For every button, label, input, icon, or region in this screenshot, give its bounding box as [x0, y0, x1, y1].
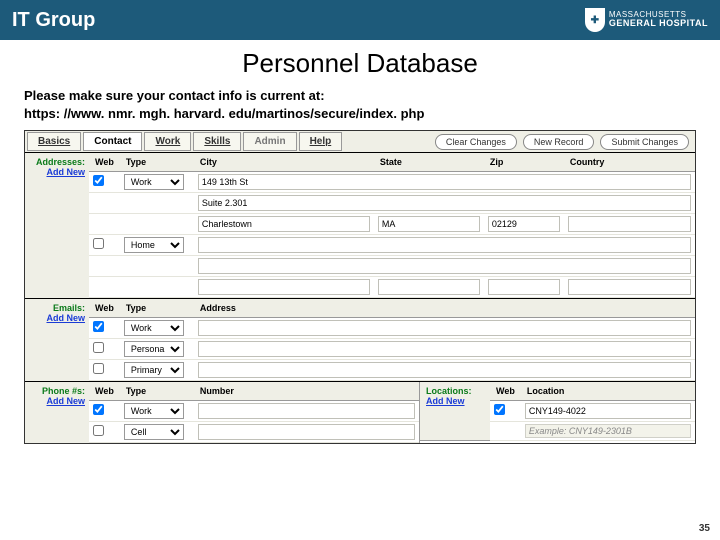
addr1-web-checkbox[interactable]	[93, 238, 104, 249]
brand-label: IT Group	[12, 9, 95, 32]
addr0-state-field[interactable]	[378, 216, 480, 232]
email-col-type: Type	[120, 299, 194, 318]
submit-changes-button[interactable]: Submit Changes	[600, 134, 689, 150]
loc-col-location: Location	[521, 382, 695, 401]
email2-address-field[interactable]	[198, 362, 691, 378]
addr-col-type: Type	[120, 153, 194, 172]
addr1-state-field[interactable]	[378, 279, 480, 295]
addr-col-state: State	[374, 153, 484, 172]
phone-col-web: Web	[89, 382, 120, 401]
emails-label: Emails:	[29, 303, 85, 313]
addresses-add-new[interactable]: Add New	[29, 167, 85, 177]
email0-web-checkbox[interactable]	[93, 321, 104, 332]
email1-web-checkbox[interactable]	[93, 342, 104, 353]
addr0-country-field[interactable]	[568, 216, 691, 232]
new-record-button[interactable]: New Record	[523, 134, 595, 150]
address-row	[89, 214, 695, 235]
phone-row: Work	[89, 401, 419, 422]
address-row	[89, 193, 695, 214]
email-col-address: Address	[194, 299, 695, 318]
email2-web-checkbox[interactable]	[93, 363, 104, 374]
addr1-street1-field[interactable]	[198, 237, 691, 253]
addr1-city-field[interactable]	[198, 279, 370, 295]
email-row: Work	[89, 318, 695, 339]
tab-admin[interactable]: Admin	[243, 132, 296, 151]
addr0-street2-field[interactable]	[198, 195, 691, 211]
phone0-type-select[interactable]: Work	[124, 403, 184, 419]
clear-changes-button[interactable]: Clear Changes	[435, 134, 517, 150]
database-panel: Basics Contact Work Skills Admin Help Cl…	[24, 130, 696, 444]
loc0-location-field[interactable]	[525, 403, 691, 419]
location-example-text: Example: CNY149-2301B	[525, 424, 691, 438]
loc-col-web: Web	[490, 382, 521, 401]
addr-col-zip: Zip	[484, 153, 564, 172]
phone0-web-checkbox[interactable]	[93, 404, 104, 415]
phone-row: Cell	[89, 422, 419, 443]
email1-type-select[interactable]: Personal	[124, 341, 184, 357]
email-row: Personal	[89, 339, 695, 360]
addr-col-web: Web	[89, 153, 120, 172]
addr0-zip-field[interactable]	[488, 216, 560, 232]
addr0-type-select[interactable]: Work	[124, 174, 184, 190]
tab-help[interactable]: Help	[299, 132, 343, 151]
tab-skills[interactable]: Skills	[193, 132, 241, 151]
tab-basics[interactable]: Basics	[27, 132, 81, 151]
address-row	[89, 277, 695, 298]
email0-address-field[interactable]	[198, 320, 691, 336]
instruction-text: Please make sure your contact info is cu…	[24, 87, 696, 122]
addr0-city-field[interactable]	[198, 216, 370, 232]
addr1-country-field[interactable]	[568, 279, 691, 295]
locations-add-new[interactable]: Add New	[426, 396, 484, 406]
header-bar: IT Group ✚ MASSACHUSETTS GENERAL HOSPITA…	[0, 0, 720, 40]
phones-add-new[interactable]: Add New	[29, 396, 85, 406]
phone1-web-checkbox[interactable]	[93, 425, 104, 436]
phone1-type-select[interactable]: Cell	[124, 424, 184, 440]
email0-type-select[interactable]: Work	[124, 320, 184, 336]
address-row: Work	[89, 172, 695, 193]
address-row	[89, 256, 695, 277]
addr1-street2-field[interactable]	[198, 258, 691, 274]
org-logo: ✚ MASSACHUSETTS GENERAL HOSPITAL	[585, 8, 708, 32]
addr-col-city: City	[194, 153, 374, 172]
emails-add-new[interactable]: Add New	[29, 313, 85, 323]
addr0-web-checkbox[interactable]	[93, 175, 104, 186]
addr1-type-select[interactable]: Home	[124, 237, 184, 253]
phone-col-type: Type	[120, 382, 194, 401]
phone1-number-field[interactable]	[198, 424, 415, 440]
tab-work[interactable]: Work	[144, 132, 191, 151]
shield-icon: ✚	[585, 8, 605, 32]
instruction-line2: https: //www. nmr. mgh. harvard. edu/mar…	[24, 106, 424, 121]
address-row: Home	[89, 235, 695, 256]
addr1-zip-field[interactable]	[488, 279, 560, 295]
addr-col-country: Country	[564, 153, 695, 172]
phone-col-number: Number	[194, 382, 419, 401]
email1-address-field[interactable]	[198, 341, 691, 357]
loc0-web-checkbox[interactable]	[494, 404, 505, 415]
addresses-label: Addresses:	[29, 157, 85, 167]
phone0-number-field[interactable]	[198, 403, 415, 419]
email-row: Primary	[89, 360, 695, 381]
email-col-web: Web	[89, 299, 120, 318]
locations-label: Locations:	[426, 386, 484, 396]
email2-type-select[interactable]: Primary	[124, 362, 184, 378]
instruction-line1: Please make sure your contact info is cu…	[24, 88, 325, 103]
org-line2: GENERAL HOSPITAL	[609, 19, 708, 29]
tab-contact[interactable]: Contact	[83, 132, 142, 151]
page-number: 35	[699, 523, 710, 534]
page-title: Personnel Database	[24, 48, 696, 79]
addr0-street1-field[interactable]	[198, 174, 691, 190]
phones-label: Phone #s:	[29, 386, 85, 396]
